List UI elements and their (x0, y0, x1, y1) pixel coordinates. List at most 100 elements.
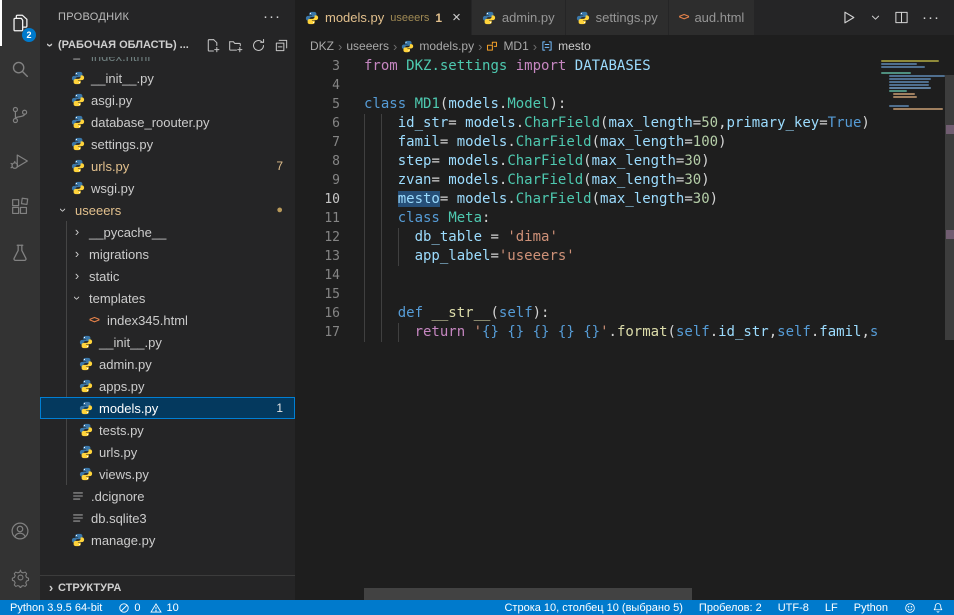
code-text: db_table = 'dima' (364, 228, 558, 247)
run-icon[interactable] (840, 9, 857, 26)
breadcrumb-item-dkz[interactable]: DKZ (310, 39, 334, 53)
code-line-4[interactable]: 4 (295, 76, 878, 95)
tree-item-urls-py[interactable]: urls.py (40, 441, 295, 463)
tab-models-py[interactable]: models.pyuseeers1× (295, 0, 472, 35)
code-line-3[interactable]: 3from DKZ.settings import DATABASES (295, 57, 878, 76)
code-line-9[interactable]: 9 zvan= models.CharField(max_length=30) (295, 171, 878, 190)
python-file-icon (78, 335, 94, 349)
breadcrumb-item-mesto[interactable]: mesto (541, 39, 591, 53)
close-icon[interactable]: × (452, 10, 461, 25)
tree-item-asgi-py[interactable]: asgi.py (40, 89, 295, 111)
tree-item--init-py[interactable]: __init__.py (40, 67, 295, 89)
minimap-line (889, 87, 931, 89)
code-line-17[interactable]: 17 return '{} {} {} {} {}'.format(self.i… (295, 323, 878, 342)
code-line-14[interactable]: 14 (295, 266, 878, 285)
tree-item-label: views.py (99, 467, 149, 482)
tree-item-label: wsgi.py (91, 181, 134, 196)
activity-item-run-debug[interactable] (0, 138, 40, 184)
new-file-icon[interactable] (205, 38, 220, 53)
tree-item-urls-py[interactable]: urls.py7 (40, 155, 295, 177)
python-interpreter-item[interactable]: Python 3.9.5 64-bit (10, 602, 102, 614)
code-line-15[interactable]: 15 (295, 285, 878, 304)
breadcrumb-label: models.py (419, 39, 474, 53)
tree-item-label: static (89, 269, 119, 284)
python-file-icon (78, 467, 94, 481)
activity-item-search[interactable] (0, 46, 40, 92)
chevron-down-icon: › (70, 291, 84, 305)
status-encoding[interactable]: UTF-8 (778, 602, 809, 614)
activity-item-testing[interactable] (0, 230, 40, 276)
activity-item-settings-gear[interactable] (0, 554, 40, 600)
tab-admin-py[interactable]: admin.py (472, 0, 566, 35)
tree-item--init-py[interactable]: __init__.py (40, 331, 295, 353)
breadcrumb: DKZ›useeers› models.py›MD1›mesto (295, 35, 954, 57)
warning-count: 10 (166, 602, 178, 614)
tree-item-manage-py[interactable]: manage.py (40, 529, 295, 551)
chevron-down-icon[interactable] (870, 12, 881, 23)
breadcrumb-item-models-py[interactable]: models.py (401, 39, 474, 53)
code-line-16[interactable]: 16 def __str__(self): (295, 304, 878, 323)
code-line-6[interactable]: 6 id_str= models.CharField(max_length=50… (295, 114, 878, 133)
python-file-icon (482, 11, 496, 25)
tree-item-database-roouter-py[interactable]: database_roouter.py (40, 111, 295, 133)
code-line-11[interactable]: 11 class Meta: (295, 209, 878, 228)
workspace-section-header[interactable]: › (РАБОЧАЯ ОБЛАСТЬ) ... (40, 34, 295, 56)
activity-item-account[interactable] (0, 508, 40, 554)
code-line-10[interactable]: 10 mesto= models.CharField(max_length=30… (295, 190, 878, 209)
editor-content[interactable]: 3from DKZ.settings import DATABASES45cla… (295, 57, 954, 600)
code-line-8[interactable]: 8 step= models.CharField(max_length=30) (295, 152, 878, 171)
tree-item-models-py[interactable]: models.py1 (40, 397, 295, 419)
tree-item-views-py[interactable]: views.py (40, 463, 295, 485)
status-indentation[interactable]: Пробелов: 2 (699, 602, 762, 614)
outline-section-header[interactable]: › СТРУКТУРА (40, 575, 295, 600)
tree-item-settings-py[interactable]: settings.py (40, 133, 295, 155)
more-actions-icon[interactable]: ··· (922, 14, 940, 22)
status-cursor-position[interactable]: Строка 10, столбец 10 (выбрано 5) (504, 602, 682, 614)
tree-item-index345-html[interactable]: <>index345.html (40, 309, 295, 331)
vertical-scrollbar-thumb[interactable] (945, 75, 954, 340)
tree-item-templates[interactable]: ›templates (40, 287, 295, 309)
code-line-13[interactable]: 13 app_label='useeers' (295, 247, 878, 266)
sidebar-more-actions-icon[interactable]: ··· (263, 12, 281, 22)
activity-item-explorer[interactable]: 2 (0, 0, 40, 46)
tree-item-index-html[interactable]: index.html (40, 57, 295, 67)
split-editor-icon[interactable] (894, 10, 909, 25)
feedback-icon[interactable] (904, 602, 916, 614)
tree-item--dcignore[interactable]: .dcignore (40, 485, 295, 507)
breadcrumb-item-useeers[interactable]: useeers (346, 39, 389, 53)
vscode-window: 2 ПРОВОДНИК ··· › (РАБОЧАЯ ОБЛАСТЬ) ... … (0, 0, 954, 615)
tree-item-db-sqlite3[interactable]: db.sqlite3 (40, 507, 295, 529)
python-file-icon (401, 40, 414, 53)
activity-item-extensions[interactable] (0, 184, 40, 230)
tree-item-static[interactable]: ›static (40, 265, 295, 287)
code-line-7[interactable]: 7 famil= models.CharField(max_length=100… (295, 133, 878, 152)
tree-item-wsgi-py[interactable]: wsgi.py (40, 177, 295, 199)
breadcrumb-item-md1[interactable]: MD1 (486, 39, 528, 53)
code-line-12[interactable]: 12 db_table = 'dima' (295, 228, 878, 247)
tree-item-migrations[interactable]: ›migrations (40, 243, 295, 265)
minimap[interactable] (878, 57, 945, 600)
bell-icon[interactable] (932, 602, 944, 614)
tree-item-admin-py[interactable]: admin.py (40, 353, 295, 375)
tree-item--pycache-[interactable]: ›__pycache__ (40, 221, 295, 243)
html-file-icon: <> (679, 12, 689, 23)
status-eol[interactable]: LF (825, 602, 838, 614)
code-line-5[interactable]: 5class MD1(models.Model): (295, 95, 878, 114)
status-language-mode[interactable]: Python (854, 602, 888, 614)
tab-aud-html[interactable]: <>aud.html (669, 0, 756, 35)
code-area[interactable]: 3from DKZ.settings import DATABASES45cla… (295, 57, 878, 600)
problems-item[interactable]: 0 10 (118, 602, 178, 614)
horizontal-scrollbar-thumb[interactable] (364, 588, 692, 600)
tree-item-apps-py[interactable]: apps.py (40, 375, 295, 397)
vertical-scrollbar[interactable] (945, 57, 954, 600)
chevron-right-icon: › (393, 39, 397, 54)
activity-item-source-control[interactable] (0, 92, 40, 138)
error-icon (118, 602, 130, 614)
tab-settings-py[interactable]: settings.py (566, 0, 669, 35)
refresh-icon[interactable] (251, 38, 266, 53)
collapse-all-icon[interactable] (274, 38, 289, 53)
new-folder-icon[interactable] (228, 38, 243, 53)
tree-item-useeers[interactable]: ›useeers● (40, 199, 295, 221)
html-icon: <> (89, 315, 99, 326)
tree-item-tests-py[interactable]: tests.py (40, 419, 295, 441)
